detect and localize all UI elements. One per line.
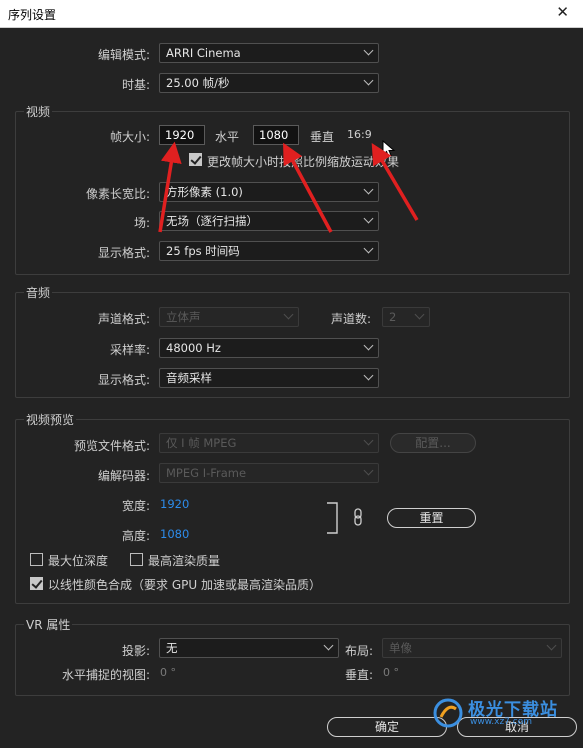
channel-format-select[interactable]: 立体声 (159, 307, 299, 327)
title-bar: 序列设置 ✕ (0, 0, 583, 28)
watermark: 极光下载站 www.xz7.com (430, 693, 580, 733)
channel-format-label: 声道格式: (97, 312, 150, 326)
channel-count-value: 2 (389, 310, 397, 324)
edit-mode-value: ARRI Cinema (166, 46, 241, 60)
channel-count-select[interactable]: 2 (382, 307, 430, 327)
sample-rate-label: 采样率: (109, 343, 150, 357)
sample-rate-select[interactable]: 48000 Hz (159, 338, 379, 358)
chevron-down-icon (363, 243, 374, 254)
chevron-down-icon (414, 309, 425, 320)
chevron-down-icon (363, 340, 374, 351)
scale-motion-checkbox[interactable] (189, 153, 202, 166)
configure-button[interactable]: 配置... (390, 433, 476, 453)
audio-display-format-label: 显示格式: (97, 373, 150, 387)
chevron-down-icon (363, 213, 374, 224)
max-bit-depth-label: 最大位深度 (48, 554, 109, 568)
projection-select[interactable]: 无 (159, 638, 339, 658)
field-label: 场: (133, 216, 150, 230)
timebase-select[interactable]: 25.00 帧/秒 (159, 73, 379, 93)
max-render-quality-checkbox[interactable] (130, 553, 143, 566)
vr-section-title: VR 属性 (24, 616, 73, 633)
frame-width-input[interactable]: 1920 (159, 125, 205, 145)
chevron-down-icon (363, 465, 374, 476)
audio-display-format-select[interactable]: 音频采样 (159, 368, 379, 388)
video-display-format-select[interactable]: 25 fps 时间码 (159, 241, 379, 261)
preview-width-label: 宽度: (121, 499, 150, 513)
field-value: 无场（逐行扫描） (166, 214, 258, 228)
v-fov-label: 垂直: (345, 668, 374, 682)
close-icon[interactable]: ✕ (556, 3, 569, 21)
chain-link-icon[interactable] (353, 508, 363, 526)
chevron-down-icon (363, 75, 374, 86)
watermark-url: www.xz7.com (470, 717, 532, 727)
timebase-label: 时基: (121, 78, 150, 92)
linear-color-label: 以线性颜色合成（要求 GPU 加速或最高渲染品质） (48, 578, 321, 592)
v-fov-value: 0 ° (383, 666, 399, 679)
timebase-value: 25.00 帧/秒 (166, 76, 230, 90)
ok-button[interactable]: 确定 (327, 717, 447, 737)
chevron-down-icon (363, 435, 374, 446)
link-bracket (327, 502, 338, 534)
aspect-ratio-value: 16:9 (347, 128, 372, 141)
chevron-down-icon (363, 45, 374, 56)
chevron-down-icon (363, 370, 374, 381)
scale-motion-label: 更改帧大小时按照比例缩放运动效果 (207, 155, 400, 169)
reset-button[interactable]: 重置 (387, 508, 476, 528)
chevron-down-icon (363, 184, 374, 195)
pixel-aspect-label: 像素长宽比: (85, 187, 150, 201)
window-title: 序列设置 (8, 8, 57, 22)
channel-count-label: 声道数: (331, 312, 372, 326)
vr-section (15, 624, 570, 696)
edit-mode-select[interactable]: ARRI Cinema (159, 43, 379, 63)
video-section-title: 视频 (24, 103, 53, 120)
chevron-down-icon (546, 640, 557, 651)
audio-display-format-value: 音频采样 (166, 371, 212, 385)
audio-section-title: 音频 (24, 284, 53, 301)
frame-size-label: 帧大小: (109, 130, 150, 144)
preview-height-value[interactable]: 1080 (160, 527, 189, 541)
layout-label: 布局: (345, 644, 374, 658)
chevron-down-icon (283, 309, 294, 320)
h-fov-value: 0 ° (160, 666, 176, 679)
edit-mode-label: 编辑模式: (97, 48, 150, 62)
video-display-format-label: 显示格式: (97, 246, 150, 260)
channel-format-value: 立体声 (166, 310, 201, 324)
sample-rate-value: 48000 Hz (166, 341, 221, 355)
projection-value: 无 (166, 641, 178, 655)
preview-file-format-label: 预览文件格式: (73, 439, 150, 453)
preview-file-format-select[interactable]: 仅 I 帧 MPEG (159, 433, 379, 453)
video-display-format-value: 25 fps 时间码 (166, 244, 240, 258)
codec-select[interactable]: MPEG I-Frame (159, 463, 379, 483)
preview-width-value[interactable]: 1920 (160, 497, 189, 511)
layout-value: 单像 (389, 641, 412, 655)
field-select[interactable]: 无场（逐行扫描） (159, 211, 379, 231)
chevron-down-icon (323, 640, 334, 651)
linear-color-checkbox[interactable] (30, 577, 43, 590)
projection-label: 投影: (121, 644, 150, 658)
codec-label: 编解码器: (97, 469, 150, 483)
max-render-quality-label: 最高渲染质量 (148, 554, 221, 568)
watermark-logo-icon (433, 698, 463, 728)
max-bit-depth-checkbox[interactable] (30, 553, 43, 566)
pixel-aspect-value: 方形像素 (1.0) (166, 185, 243, 199)
video-preview-section-title: 视频预览 (24, 411, 77, 428)
layout-select[interactable]: 单像 (382, 638, 562, 658)
h-fov-label: 水平捕捉的视图: (61, 668, 150, 682)
frame-height-input[interactable]: 1080 (253, 125, 299, 145)
preview-height-label: 高度: (121, 529, 150, 543)
horizontal-label: 水平 (215, 130, 240, 144)
preview-file-format-value: 仅 I 帧 MPEG (166, 436, 237, 450)
codec-value: MPEG I-Frame (166, 466, 247, 480)
pixel-aspect-select[interactable]: 方形像素 (1.0) (159, 182, 379, 202)
vertical-label: 垂直 (310, 130, 335, 144)
